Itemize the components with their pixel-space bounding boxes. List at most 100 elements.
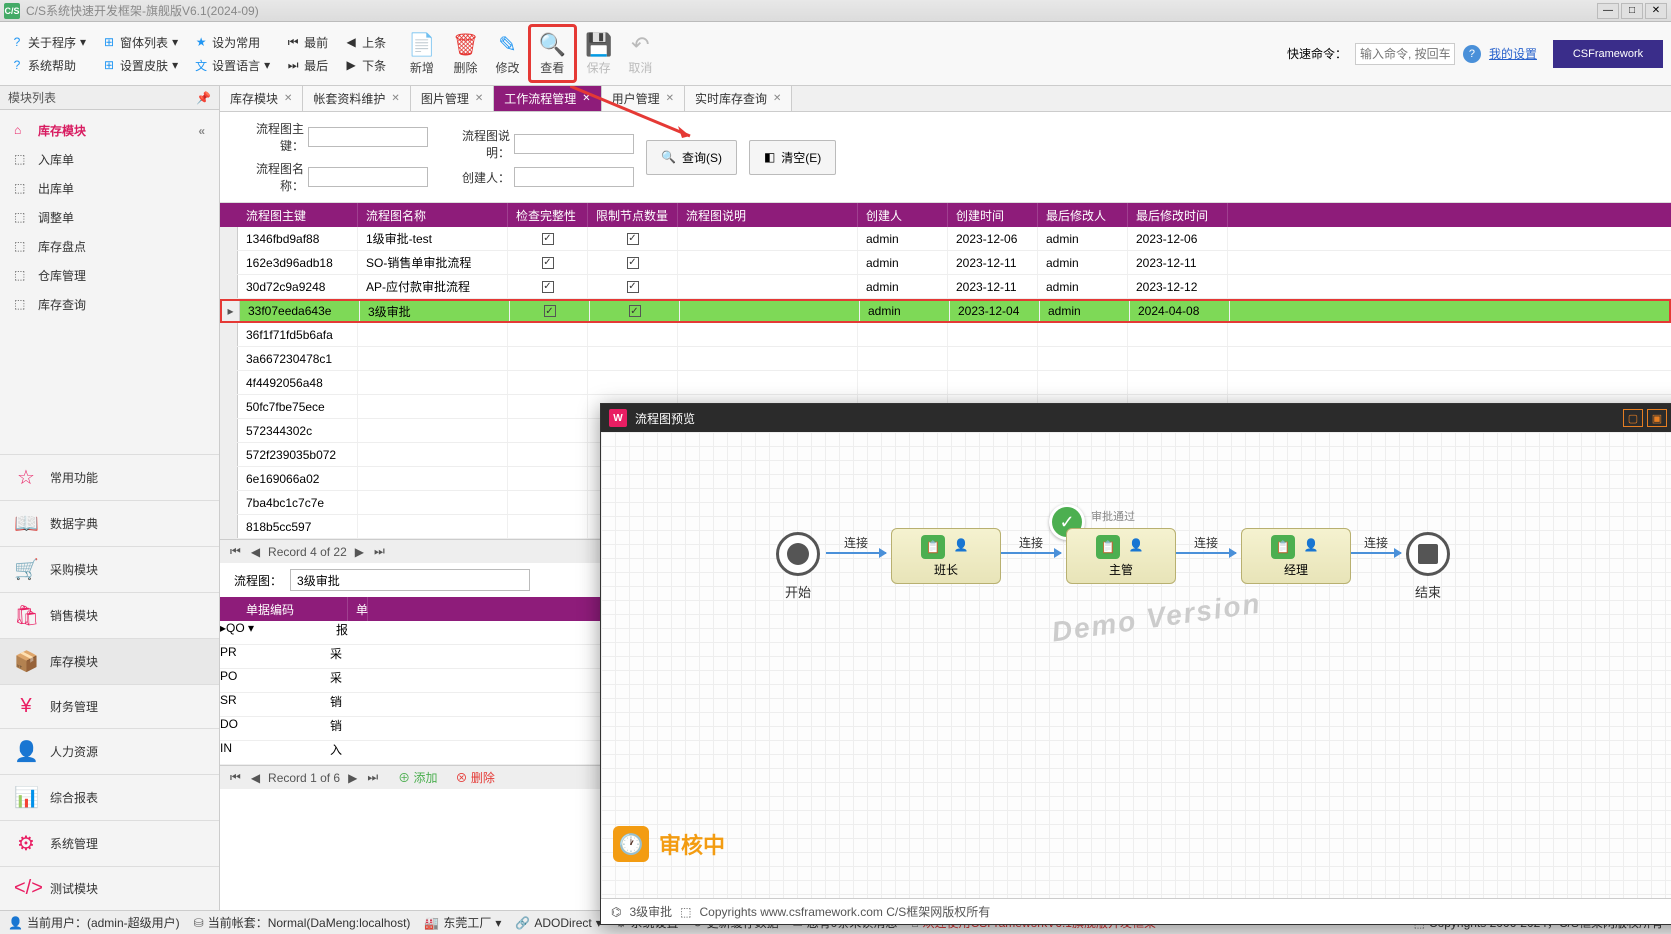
skin-button[interactable]: ⊞设置皮肤 ▾ — [100, 55, 180, 76]
first-button[interactable]: ⏮最前 — [284, 32, 330, 53]
pin-icon[interactable]: 📌 — [196, 91, 211, 105]
close-icon[interactable]: ✕ — [284, 93, 292, 104]
table-row[interactable]: 3a667230478c1 — [220, 347, 1671, 371]
flow-name-input[interactable] — [290, 569, 530, 591]
home-icon: ⌂ — [14, 123, 30, 139]
app-title: C/S系统快速开发框架-旗舰版V6.1(2024-09) — [26, 2, 1597, 19]
module-icon: ☆ — [14, 465, 38, 490]
preview-canvas[interactable]: 开始 连接 📋👤班长 连接 ✓ 审批通过 📋👤主管 连接 📋👤经理 连接 结束 … — [601, 432, 1671, 898]
next-button[interactable]: ▶下条 — [342, 55, 388, 76]
close-icon[interactable]: ✕ — [391, 93, 399, 104]
view-button[interactable]: 🔍查看 — [528, 24, 577, 83]
quickcmd-input[interactable] — [1355, 43, 1455, 65]
close-icon[interactable]: ✕ — [582, 93, 590, 104]
sidebar-item-2[interactable]: ⬚调整单 — [0, 203, 219, 232]
pager-last[interactable]: ⏭ — [372, 544, 387, 559]
preview-min-button[interactable]: ▢ — [1623, 409, 1643, 427]
desc-input[interactable] — [514, 134, 634, 154]
tab-1[interactable]: 帐套资料维护✕ — [303, 86, 410, 111]
pager-next[interactable]: ▶ — [353, 545, 366, 559]
link-icon: 🔗 — [515, 916, 530, 930]
clipboard-icon: 📋 — [1271, 535, 1295, 559]
workflow-icon: W — [609, 409, 627, 427]
status-ado[interactable]: 🔗ADODirect ▾ — [515, 916, 601, 930]
help-icon[interactable]: ? — [1463, 45, 1481, 63]
sidebar-module-1[interactable]: 📖数据字典 — [0, 500, 219, 546]
user-icon: 👤 — [951, 535, 971, 555]
creator-input[interactable] — [514, 167, 634, 187]
pager-first[interactable]: ⏮ — [228, 544, 243, 559]
del-row-button[interactable]: ⊗ 删除 — [456, 769, 495, 786]
module-icon: 🛍 — [14, 603, 38, 628]
sidebar-item-5[interactable]: ⬚库存查询 — [0, 290, 219, 319]
winlist-button[interactable]: ⊞窗体列表 ▾ — [100, 32, 180, 53]
tab-3[interactable]: 工作流程管理✕ — [494, 86, 601, 111]
module-icon: 📊 — [14, 785, 38, 810]
table-row[interactable]: ▸ 33f07eeda643e3级审批 ✓ ✓ admin 2023-12-04… — [220, 299, 1671, 323]
sidebar-head-inventory[interactable]: ⌂库存模块« — [0, 116, 219, 145]
new-button[interactable]: 📄新增 — [400, 27, 443, 80]
search-icon: 🔍 — [661, 150, 676, 164]
tab-4[interactable]: 用户管理✕ — [602, 86, 685, 111]
prev-button[interactable]: ◀上条 — [342, 32, 388, 53]
preview-max-button[interactable]: ▣ — [1647, 409, 1667, 427]
status-user: 👤当前用户：(admin-超级用户) — [8, 914, 180, 931]
last-button[interactable]: ⏭最后 — [284, 55, 330, 76]
tab-0[interactable]: 库存模块✕ — [220, 86, 303, 111]
cube-icon: ⬚ — [14, 210, 30, 226]
sidebar-module-5[interactable]: ¥财务管理 — [0, 684, 219, 728]
close-button[interactable]: ✕ — [1645, 3, 1667, 19]
sidebar-module-9[interactable]: </>测试模块 — [0, 866, 219, 910]
maximize-button[interactable]: □ — [1621, 3, 1643, 19]
sidebar-module-7[interactable]: 📊综合报表 — [0, 774, 219, 820]
tab-2[interactable]: 图片管理✕ — [411, 86, 494, 111]
table-row[interactable]: 4f4492056a48 — [220, 371, 1671, 395]
node-3[interactable]: 📋👤经理 — [1241, 528, 1351, 584]
sidebar-module-3[interactable]: 🛍销售模块 — [0, 592, 219, 638]
sidebar-item-1[interactable]: ⬚出库单 — [0, 174, 219, 203]
sidebar: 模块列表📌 ⌂库存模块« ⬚入库单⬚出库单⬚调整单⬚库存盘点⬚仓库管理⬚库存查询… — [0, 86, 220, 910]
key-input[interactable] — [308, 127, 428, 147]
cube-icon: ⬚ — [14, 239, 30, 255]
tab-5[interactable]: 实时库存查询✕ — [685, 86, 792, 111]
close-icon[interactable]: ✕ — [773, 93, 781, 104]
sidebar-module-0[interactable]: ☆常用功能 — [0, 454, 219, 500]
about-button[interactable]: ?关于程序 ▾ — [8, 32, 88, 53]
table-row[interactable]: 36f1f71fd5b6afa — [220, 323, 1671, 347]
node-2[interactable]: 📋👤主管 — [1066, 528, 1176, 584]
start-node[interactable]: 开始 — [776, 532, 820, 601]
sidebar-module-8[interactable]: ⚙系统管理 — [0, 820, 219, 866]
node-1[interactable]: 📋👤班长 — [891, 528, 1001, 584]
module-icon: 📖 — [14, 511, 38, 536]
watermark: Demo Version — [1050, 587, 1264, 648]
add-row-button[interactable]: ⊕ 添加 — [398, 769, 437, 786]
query-button[interactable]: 🔍查询(S) — [646, 140, 737, 175]
mysettings-link[interactable]: 我的设置 — [1489, 45, 1537, 62]
pager-prev[interactable]: ◀ — [249, 545, 262, 559]
close-icon[interactable]: ✕ — [666, 93, 674, 104]
preview-titlebar[interactable]: W 流程图预览 ▢ ▣ ✕ — [601, 404, 1671, 432]
del-button[interactable]: 🗑删除 — [444, 27, 488, 80]
sidebar-item-3[interactable]: ⬚库存盘点 — [0, 232, 219, 261]
tree-icon: ⌬ — [611, 905, 621, 919]
status-factory[interactable]: 🏭东莞工厂 ▾ — [424, 914, 501, 931]
lang-button[interactable]: 文设置语言 ▾ — [192, 55, 272, 76]
sidebar-item-0[interactable]: ⬚入库单 — [0, 145, 219, 174]
syshelp-button[interactable]: ?系统帮助 — [8, 55, 88, 76]
clipboard-icon: 📋 — [1096, 535, 1120, 559]
edit-button[interactable]: ✎修改 — [488, 27, 528, 80]
minimize-button[interactable]: — — [1597, 3, 1619, 19]
table-row[interactable]: 1346fbd9af881级审批-test ✓ ✓ admin 2023-12-… — [220, 227, 1671, 251]
table-row[interactable]: 30d72c9a9248AP-应付款审批流程 ✓ ✓ admin 2023-12… — [220, 275, 1671, 299]
sidebar-module-4[interactable]: 📦库存模块 — [0, 638, 219, 684]
sidebar-item-4[interactable]: ⬚仓库管理 — [0, 261, 219, 290]
table-row[interactable]: 162e3d96adb18SO-销售单审批流程 ✓ ✓ admin 2023-1… — [220, 251, 1671, 275]
name-input[interactable] — [308, 167, 428, 187]
sidebar-module-2[interactable]: 🛒采购模块 — [0, 546, 219, 592]
setdefault-button[interactable]: ★设为常用 — [192, 32, 272, 53]
end-node[interactable]: 结束 — [1406, 532, 1450, 601]
close-icon[interactable]: ✕ — [475, 93, 483, 104]
module-icon: 👤 — [14, 739, 38, 764]
sidebar-module-6[interactable]: 👤人力资源 — [0, 728, 219, 774]
clear-button[interactable]: ◧清空(E) — [749, 140, 836, 175]
